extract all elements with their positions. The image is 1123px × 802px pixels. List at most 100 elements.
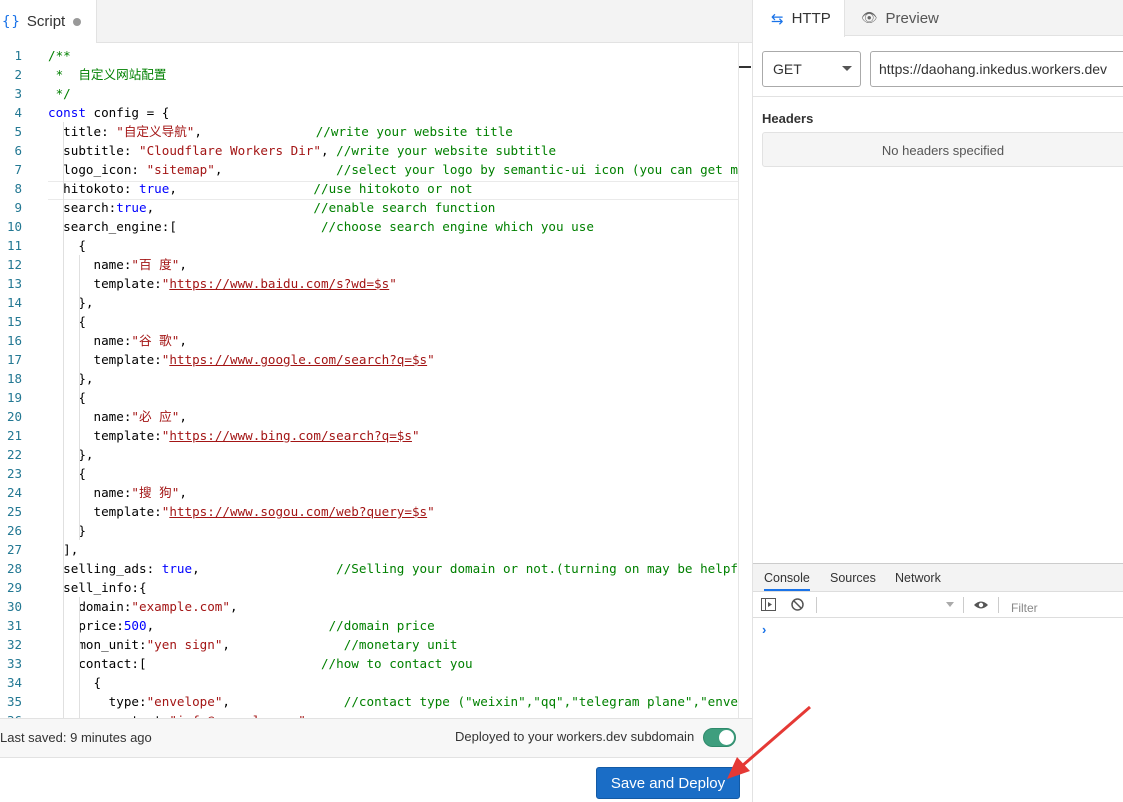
sidebar-toggle-icon[interactable] xyxy=(761,598,776,611)
code-line: { xyxy=(48,673,101,692)
code-token: , xyxy=(169,181,314,196)
code-line: /** xyxy=(48,46,71,65)
save-and-deploy-button[interactable]: Save and Deploy xyxy=(596,767,740,799)
editor-scrollbar[interactable] xyxy=(738,43,752,718)
code-line: subtitle: "Cloudflare Workers Dir", //wr… xyxy=(48,141,556,160)
eye-icon[interactable] xyxy=(973,600,989,610)
line-number: 7 xyxy=(14,162,22,177)
tab-network[interactable]: Network xyxy=(895,571,941,585)
code-token: //monetary unit xyxy=(343,637,458,652)
last-saved-text: Last saved: 9 minutes ago xyxy=(0,730,152,745)
line-number: 18 xyxy=(6,371,22,386)
code-token: , xyxy=(320,143,337,158)
code-token: //domain price xyxy=(328,618,435,633)
code-token: name: xyxy=(48,409,132,424)
line-number: 11 xyxy=(6,238,22,253)
code-line: selling_ads: true, //Selling your domain… xyxy=(48,559,752,578)
code-line: name:"必 应", xyxy=(48,407,186,426)
line-number: 26 xyxy=(6,523,22,538)
code-token: , xyxy=(214,162,337,177)
line-number-gutter: 1 2 3 4 5 6 7 8 9 10 11 12 13 14 15 16 17 18 19 20 21 22 23 24 2… xyxy=(0,43,36,718)
code-token: "envelope" xyxy=(146,694,223,709)
line-number: 25 xyxy=(6,504,22,519)
code-token: true xyxy=(139,181,170,196)
tab-sources[interactable]: Sources xyxy=(830,571,876,585)
line-number: 6 xyxy=(14,143,22,158)
headers-empty-text: No headers specified xyxy=(881,143,1005,158)
code-token: { xyxy=(48,675,102,690)
code-line: template: "https://www.sogou.com/web?quer… xyxy=(48,502,434,521)
console-prompt-icon[interactable]: › xyxy=(762,622,766,637)
code-token: "自定义导航" xyxy=(116,124,195,139)
line-number: 14 xyxy=(6,295,22,310)
code-token: contact:[ xyxy=(48,656,321,671)
tab-console[interactable]: Console xyxy=(764,571,810,591)
unsaved-dot-icon xyxy=(73,17,82,26)
code-token: https://www.bing.com/search?q=$s xyxy=(169,428,412,443)
tab-preview[interactable]: 👁 Preview xyxy=(861,0,939,36)
line-number: 33 xyxy=(6,656,22,671)
console-filter-input[interactable]: Filter xyxy=(1011,601,1038,615)
line-number: 12 xyxy=(6,257,22,272)
code-token: "example.com" xyxy=(131,599,230,614)
code-token: name: xyxy=(48,257,132,272)
line-number: 29 xyxy=(6,580,22,595)
code-token: title: xyxy=(48,124,117,139)
code-line: domain:"example.com", xyxy=(48,597,237,616)
code-area[interactable]: /** * 自定义网站配置 */ const config = { title: … xyxy=(48,43,752,718)
code-line: const config = { xyxy=(48,103,169,122)
method-select[interactable]: GET xyxy=(762,51,861,87)
headers-box: No headers specified xyxy=(762,132,1123,167)
code-line: { xyxy=(48,388,86,407)
code-token: , xyxy=(194,124,316,139)
toolbar-separator xyxy=(998,597,999,613)
code-line: }, xyxy=(48,369,93,388)
tab-http[interactable]: ⇆ HTTP xyxy=(753,0,845,37)
code-line: content:"info@example.com" xyxy=(48,711,306,718)
code-token: domain: xyxy=(48,599,132,614)
context-dropdown-icon[interactable] xyxy=(946,602,954,607)
line-number: 21 xyxy=(6,428,22,443)
braces-icon: {} xyxy=(2,13,21,30)
code-line: { xyxy=(48,236,86,255)
line-number: 15 xyxy=(6,314,22,329)
tab-script[interactable]: {} Script xyxy=(0,0,97,43)
line-number: 9 xyxy=(14,200,22,215)
code-token: template: xyxy=(48,352,162,367)
code-editor[interactable]: 1 2 3 4 5 6 7 8 9 10 11 12 13 14 15 16 17 18 19 20 21 22 23 24 2… xyxy=(0,43,752,718)
console-toolbar: Filter xyxy=(753,592,1123,618)
code-token: }, xyxy=(48,295,94,310)
line-number: 10 xyxy=(6,219,22,234)
code-token: subtitle: xyxy=(48,143,139,158)
editor-tabbar: {} Script xyxy=(0,0,752,43)
code-token: search_engine:[ xyxy=(48,219,321,234)
code-token: name: xyxy=(48,485,132,500)
code-line: }, xyxy=(48,293,94,312)
code-line: template: "https://www.bing.com/search?q=… xyxy=(48,426,419,445)
code-line: }, xyxy=(48,445,94,464)
line-number: 8 xyxy=(14,181,22,196)
status-bar: Last saved: 9 minutes ago Deployed to yo… xyxy=(0,718,752,758)
code-token: " xyxy=(427,352,435,367)
deploy-subdomain-toggle[interactable] xyxy=(703,728,736,747)
code-token: }, xyxy=(48,447,94,462)
code-token: name: xyxy=(48,333,132,348)
line-number: 28 xyxy=(6,561,22,576)
code-token: "百 度" xyxy=(131,257,180,272)
code-token: "必 应" xyxy=(131,409,180,424)
line-number: 36 xyxy=(0,711,22,718)
toggle-knob xyxy=(719,730,734,745)
tab-script-label: Script xyxy=(26,13,66,30)
line-number: 20 xyxy=(6,409,22,424)
clear-console-icon[interactable] xyxy=(791,598,804,611)
method-value: GET xyxy=(773,61,802,77)
code-token: , xyxy=(146,618,329,633)
code-token: //select your logo by semantic-ui icon (… xyxy=(336,162,752,177)
toolbar-separator xyxy=(963,597,964,613)
code-line: search:true, //enable search function xyxy=(48,198,495,217)
line-number: 3 xyxy=(14,86,22,101)
code-token: template: xyxy=(48,276,162,291)
code-token: , xyxy=(146,200,314,215)
tab-http-label: HTTP xyxy=(791,10,831,27)
url-input[interactable]: https://daohang.inkedus.workers.dev xyxy=(870,51,1123,87)
